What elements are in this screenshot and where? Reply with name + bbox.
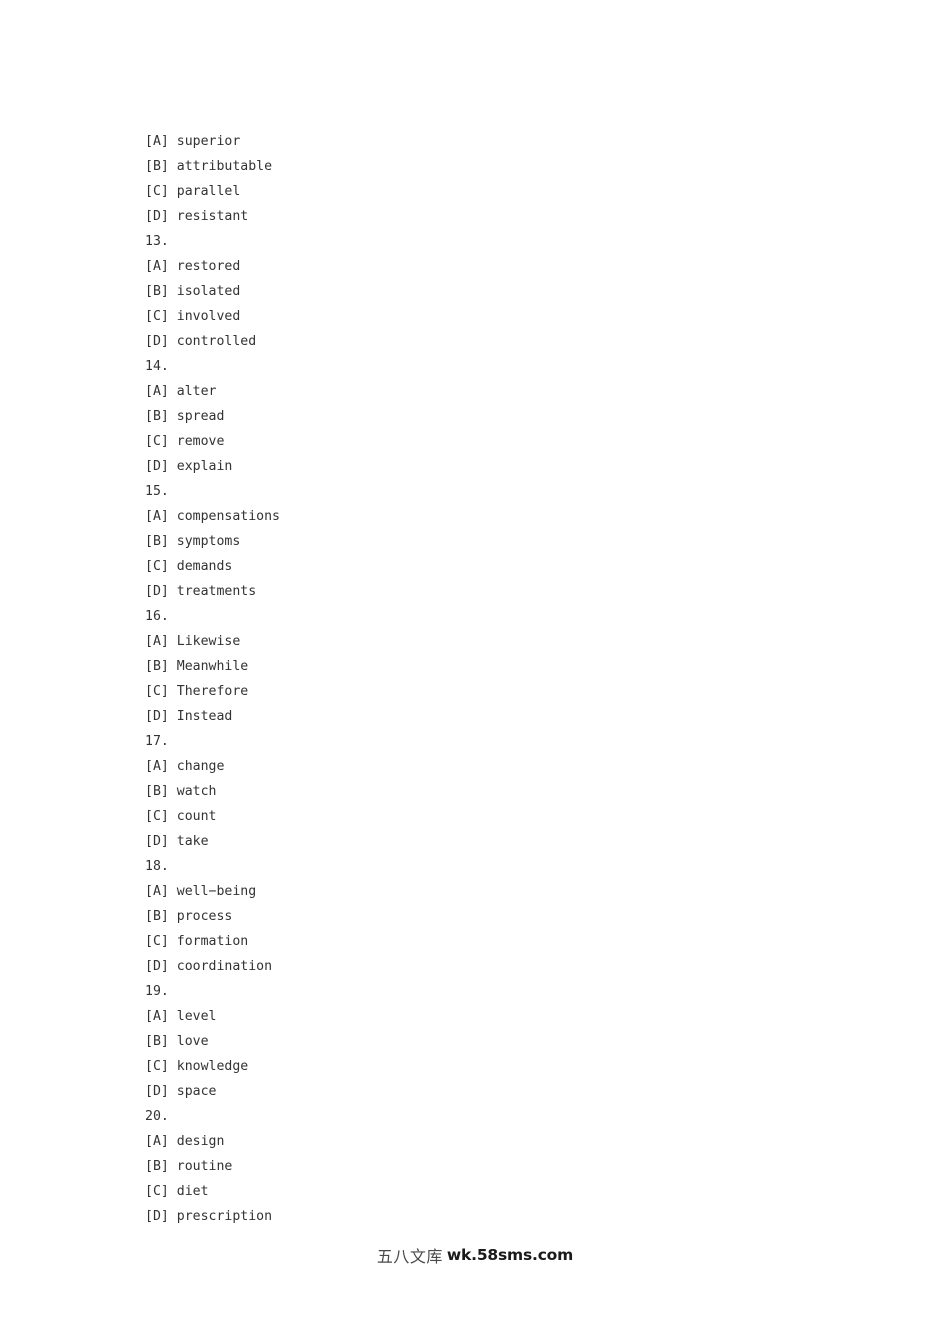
- option-line: [C] remove: [145, 434, 225, 449]
- option-line: [A] alter: [145, 384, 217, 399]
- option-line: [C] parallel: [145, 184, 241, 199]
- option-line: [A] level: [145, 1009, 217, 1024]
- watermark-site-name: 五八文库: [376, 1247, 443, 1266]
- option-line: [B] spread: [145, 409, 225, 424]
- option-line: [B] symptoms: [145, 534, 241, 549]
- option-line: [D] Instead: [145, 709, 233, 724]
- option-line: [A] restored: [145, 259, 241, 274]
- footer-watermark: 五八文库 wk.58sms.com: [0, 1243, 950, 1267]
- option-line: [C] diet: [145, 1184, 209, 1199]
- question-number: 15.: [145, 484, 169, 499]
- option-line: [C] demands: [145, 559, 233, 574]
- option-line: [A] change: [145, 759, 225, 774]
- option-line: [B] routine: [145, 1159, 233, 1174]
- option-line: [B] watch: [145, 784, 217, 799]
- question-number: 13.: [145, 234, 169, 249]
- option-line: [C] count: [145, 809, 217, 824]
- option-line: [B] process: [145, 909, 233, 924]
- document-page: [A] superior [B] attributable [C] parall…: [0, 0, 950, 1344]
- option-line: [A] design: [145, 1134, 225, 1149]
- option-line: [D] coordination: [145, 959, 273, 974]
- option-line: [A] Likewise: [145, 634, 241, 649]
- watermark-site-url: wk.58sms.com: [446, 1246, 574, 1264]
- option-line: [B] love: [145, 1034, 209, 1049]
- option-line: [D] controlled: [145, 334, 257, 349]
- question-number: 19.: [145, 984, 169, 999]
- option-line: [C] Therefore: [145, 684, 249, 699]
- option-line: [D] prescription: [145, 1209, 273, 1224]
- question-number: 20.: [145, 1109, 169, 1124]
- option-line: [A] compensations: [145, 509, 280, 524]
- option-line: [D] resistant: [145, 209, 249, 224]
- option-line: [D] explain: [145, 459, 233, 474]
- option-line: [C] knowledge: [145, 1059, 249, 1074]
- option-line: [B] Meanwhile: [145, 659, 249, 674]
- option-line: [B] isolated: [145, 284, 241, 299]
- option-line: [D] treatments: [145, 584, 257, 599]
- option-line: [D] take: [145, 834, 209, 849]
- question-number: 14.: [145, 359, 169, 374]
- option-line: [B] attributable: [145, 159, 273, 174]
- option-line: [A] well−being: [145, 884, 257, 899]
- question-number: 17.: [145, 734, 169, 749]
- option-line: [A] superior: [145, 134, 241, 149]
- option-line: [C] formation: [145, 934, 249, 949]
- option-line: [D] space: [145, 1084, 217, 1099]
- option-line: [C] involved: [145, 309, 241, 324]
- question-number: 18.: [145, 859, 169, 874]
- question-number: 16.: [145, 609, 169, 624]
- answer-options-block: [A] superior [B] attributable [C] parall…: [145, 129, 845, 1229]
